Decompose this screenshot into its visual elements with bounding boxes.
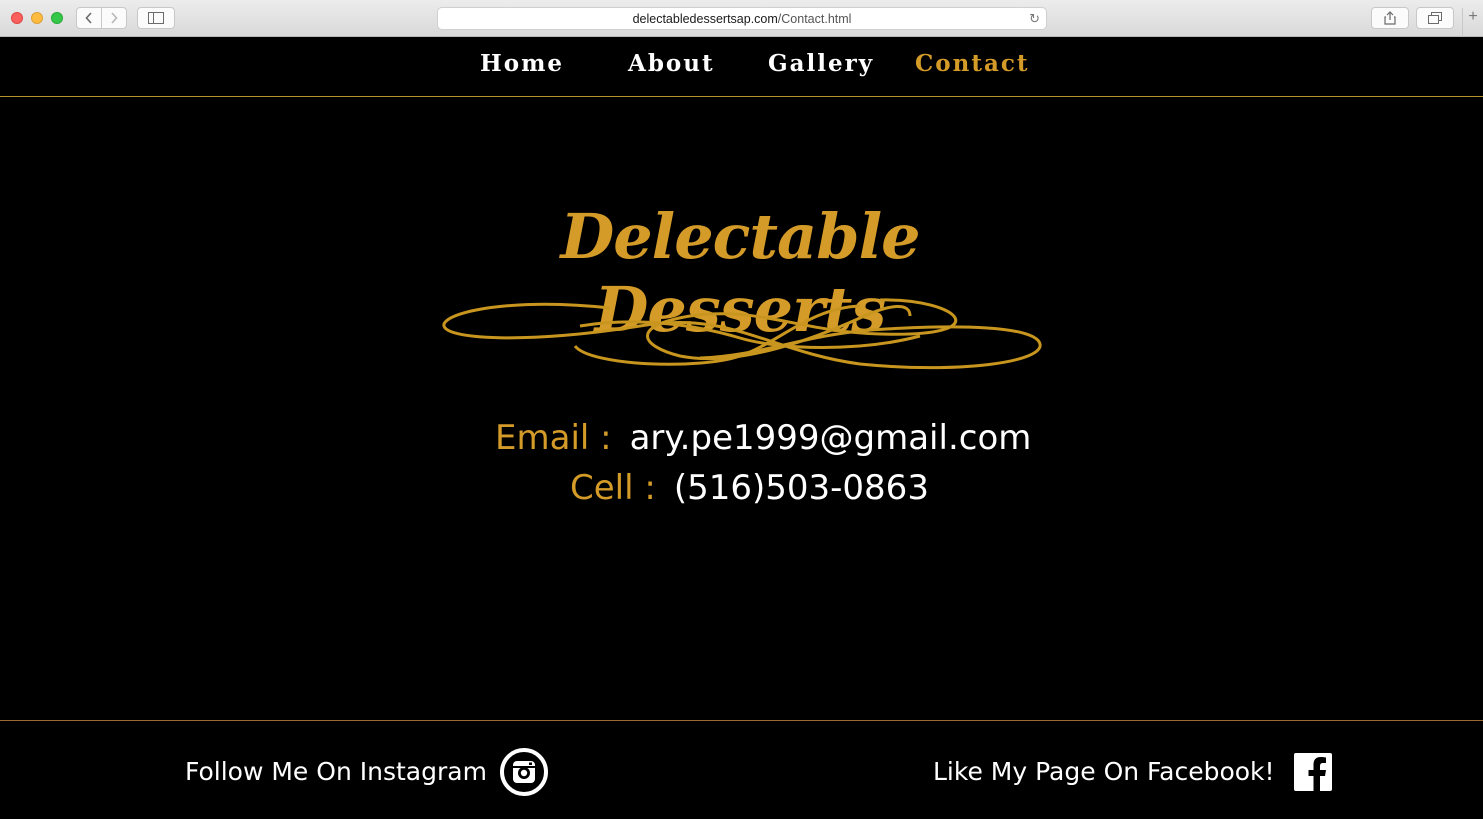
nav-gallery-link[interactable]: Gallery bbox=[768, 50, 874, 80]
facebook-icon[interactable] bbox=[1294, 753, 1332, 791]
new-tab-button[interactable]: + bbox=[1462, 8, 1483, 37]
share-icon bbox=[1384, 11, 1396, 25]
chevron-right-icon bbox=[111, 12, 118, 24]
facebook-like-text: Like My Page On Facebook! bbox=[933, 757, 1275, 786]
address-bar[interactable]: delectabledessertsap.com/Contact.html ↻ bbox=[437, 7, 1047, 30]
nav-home-link[interactable]: Home bbox=[480, 50, 564, 80]
sidebar-toggle-button[interactable] bbox=[137, 7, 175, 29]
minimize-window-button[interactable] bbox=[31, 12, 43, 24]
forward-button[interactable] bbox=[101, 7, 127, 29]
reload-icon[interactable]: ↻ bbox=[1029, 11, 1040, 27]
instagram-follow-text: Follow Me On Instagram bbox=[185, 757, 487, 786]
url-path: /Contact.html bbox=[777, 11, 852, 26]
instagram-icon[interactable] bbox=[500, 748, 548, 796]
main-nav: Home About Gallery Contact bbox=[0, 37, 1483, 97]
close-window-button[interactable] bbox=[11, 12, 23, 24]
tabs-icon bbox=[1428, 12, 1442, 24]
browser-toolbar: delectabledessertsap.com/Contact.html ↻ … bbox=[0, 0, 1483, 37]
email-label: Email : bbox=[495, 418, 612, 458]
nav-about-link[interactable]: About bbox=[628, 50, 715, 80]
cell-value[interactable]: (516)503-0863 bbox=[674, 468, 929, 508]
back-button[interactable] bbox=[76, 7, 102, 29]
nav-contact-link[interactable]: Contact bbox=[915, 50, 1030, 80]
camera-icon bbox=[513, 761, 535, 783]
cell-label: Cell : bbox=[570, 468, 656, 508]
zoom-window-button[interactable] bbox=[51, 12, 63, 24]
cell-row: Cell : (516)503-0863 bbox=[570, 468, 929, 508]
site-footer: Follow Me On Instagram Like My Page On F… bbox=[0, 720, 1483, 819]
chevron-left-icon bbox=[85, 12, 92, 24]
email-row: Email : ary.pe1999@gmail.com bbox=[495, 418, 1031, 458]
sidebar-icon bbox=[148, 12, 164, 24]
share-button[interactable] bbox=[1371, 7, 1409, 29]
email-value[interactable]: ary.pe1999@gmail.com bbox=[630, 418, 1032, 458]
facebook-f-icon bbox=[1308, 757, 1326, 791]
url-host: delectabledessertsap.com bbox=[632, 11, 778, 26]
flourish-ornament bbox=[442, 298, 1042, 370]
show-tabs-button[interactable] bbox=[1416, 7, 1454, 29]
